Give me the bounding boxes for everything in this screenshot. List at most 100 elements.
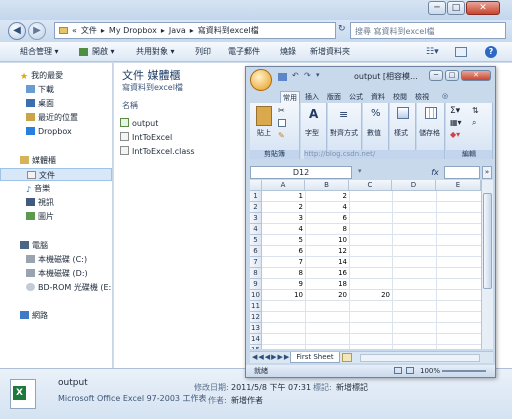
copy-icon[interactable] (278, 119, 286, 127)
cell-b5[interactable]: 10 (305, 235, 349, 246)
organize-button[interactable]: 組合管理 ▾ (20, 42, 59, 62)
page-layout-icon[interactable] (406, 367, 414, 374)
quick-access-menu-icon[interactable]: ▾ (316, 71, 320, 79)
cell-a7[interactable]: 7 (262, 257, 305, 268)
nav-drive-c[interactable]: 本機磁碟 (C:) (0, 253, 112, 266)
row-header[interactable]: 11 (250, 301, 262, 312)
search-input[interactable]: 搜尋 寫資料到excel檔 (350, 22, 506, 39)
tab-insert[interactable]: 插入 (302, 91, 322, 103)
insert-sheet-icon[interactable] (342, 353, 352, 362)
row-header[interactable]: 10 (250, 290, 262, 301)
insert-function-button[interactable]: fx (427, 166, 443, 179)
minimize-button[interactable]: ─ (428, 1, 446, 15)
print-button[interactable]: 列印 (195, 42, 211, 62)
row-header[interactable]: 15 (250, 345, 262, 349)
zoom-slider[interactable] (442, 370, 486, 372)
tab-view[interactable]: 檢視 (412, 91, 432, 103)
nav-computer[interactable]: 電腦 (0, 239, 112, 252)
select-all-corner[interactable] (250, 180, 262, 191)
fill-icon[interactable]: ▦▾ (450, 118, 462, 127)
styles-button[interactable]: 樣式 (394, 128, 408, 138)
cell-b3[interactable]: 6 (305, 213, 349, 224)
row-header[interactable]: 7 (250, 257, 262, 268)
cell-b4[interactable]: 8 (305, 224, 349, 235)
clear-icon[interactable]: ◆▾ (450, 130, 460, 139)
worksheet-grid[interactable]: A B C D E 1 1 2 2 2 4 3 3 6 4 4 8 5 5 10 6 6 12 7 7 14 8 8 16 9 9… (250, 180, 493, 349)
nav-videos[interactable]: 視訊 (0, 196, 112, 209)
file-item[interactable]: output (120, 118, 158, 130)
font-button[interactable]: 字型 (305, 128, 319, 138)
tags-value[interactable]: 新增標記 (336, 382, 368, 393)
tab-review[interactable]: 校閱 (390, 91, 410, 103)
number-button[interactable]: 數值 (367, 128, 381, 138)
row-header[interactable]: 6 (250, 246, 262, 257)
cell-a6[interactable]: 6 (262, 246, 305, 257)
row-header[interactable]: 13 (250, 323, 262, 334)
nav-favorites[interactable]: ★ 我的最愛 (0, 69, 112, 82)
preview-pane-icon[interactable] (455, 47, 467, 57)
excel-maximize-button[interactable]: □ (445, 70, 459, 81)
nav-libraries[interactable]: 媒體櫃 (0, 154, 112, 167)
column-header-name[interactable]: 名稱 (122, 100, 138, 111)
paste-button[interactable]: 貼上 (257, 128, 271, 138)
format-painter-icon[interactable]: ✎ (278, 131, 285, 140)
office-button-icon[interactable] (250, 69, 272, 91)
author-value[interactable]: 新增作者 (231, 395, 263, 406)
sort-filter-icon[interactable]: ⇅ (472, 106, 479, 115)
column-header-a[interactable]: A (262, 180, 305, 191)
email-button[interactable]: 電子郵件 (228, 42, 260, 62)
row-header[interactable]: 4 (250, 224, 262, 235)
cell-a3[interactable]: 3 (262, 213, 305, 224)
cell-b6[interactable]: 12 (305, 246, 349, 257)
vertical-scrollbar[interactable] (481, 180, 493, 349)
nav-drive-d[interactable]: 本機磁碟 (D:) (0, 267, 112, 280)
normal-view-icon[interactable] (394, 367, 402, 374)
address-chevron[interactable]: « (72, 26, 77, 35)
tab-data[interactable]: 資料 (368, 91, 388, 103)
column-header-c[interactable]: C (349, 180, 392, 191)
cell-b8[interactable]: 16 (305, 268, 349, 279)
name-box-dropdown-icon[interactable]: ▾ (358, 167, 362, 175)
styles-icon[interactable] (397, 107, 409, 119)
find-icon[interactable]: ⌕ (472, 118, 476, 128)
row-header[interactable]: 9 (250, 279, 262, 290)
redo-icon[interactable]: ↷ (304, 71, 311, 80)
excel-close-button[interactable]: ✕ (461, 70, 491, 81)
close-button[interactable]: ✕ (466, 1, 500, 15)
share-button[interactable]: 共用對象 ▾ (136, 42, 175, 62)
forward-arrow-icon[interactable]: ▶ (28, 22, 46, 40)
row-header[interactable]: 2 (250, 202, 262, 213)
zoom-level[interactable]: 100% (420, 365, 440, 377)
cell-c11[interactable]: 20 (349, 290, 392, 301)
breadcrumb-java[interactable]: Java (169, 26, 186, 35)
help-icon[interactable]: ? (485, 46, 497, 58)
cell-a2[interactable]: 2 (262, 202, 305, 213)
row-header[interactable]: 12 (250, 312, 262, 323)
nav-music[interactable]: ♪ 音樂 (0, 182, 112, 195)
cell-b10[interactable]: 20 (305, 290, 349, 301)
open-button[interactable]: 開啟 ▾ (92, 42, 115, 62)
ribbon-help-icon[interactable]: ◎ (442, 92, 448, 100)
file-item[interactable]: IntToExcel (120, 132, 172, 144)
address-bar[interactable]: « 文件 ▸ My Dropbox ▸ Java ▸ 寫資料到excel檔 (54, 22, 336, 39)
nav-desktop[interactable]: 桌面 (0, 97, 112, 110)
expand-formula-icon[interactable]: » (482, 166, 492, 179)
cells-button[interactable]: 儲存格 (419, 128, 440, 138)
alignment-button[interactable]: 對齊方式 (330, 128, 358, 138)
file-item[interactable]: IntToExcel.class (120, 146, 195, 158)
column-header-b[interactable]: B (305, 180, 349, 191)
refresh-icon[interactable]: ↻ (338, 24, 348, 38)
autosum-icon[interactable]: Σ▾ (450, 106, 460, 116)
cell-a4[interactable]: 4 (262, 224, 305, 235)
nav-pictures[interactable]: 圖片 (0, 210, 112, 223)
name-box[interactable]: D12 (250, 166, 352, 179)
cells-icon[interactable] (425, 107, 437, 119)
nav-downloads[interactable]: 下載 (0, 83, 112, 96)
cell-b7[interactable]: 14 (305, 257, 349, 268)
row-header[interactable]: 8 (250, 268, 262, 279)
cell-a1[interactable]: 1 (262, 191, 305, 202)
cell-b9[interactable]: 18 (305, 279, 349, 290)
horizontal-scrollbar[interactable] (360, 354, 480, 362)
nav-documents[interactable]: 文件 (0, 168, 112, 181)
percent-icon[interactable]: % (371, 108, 381, 119)
